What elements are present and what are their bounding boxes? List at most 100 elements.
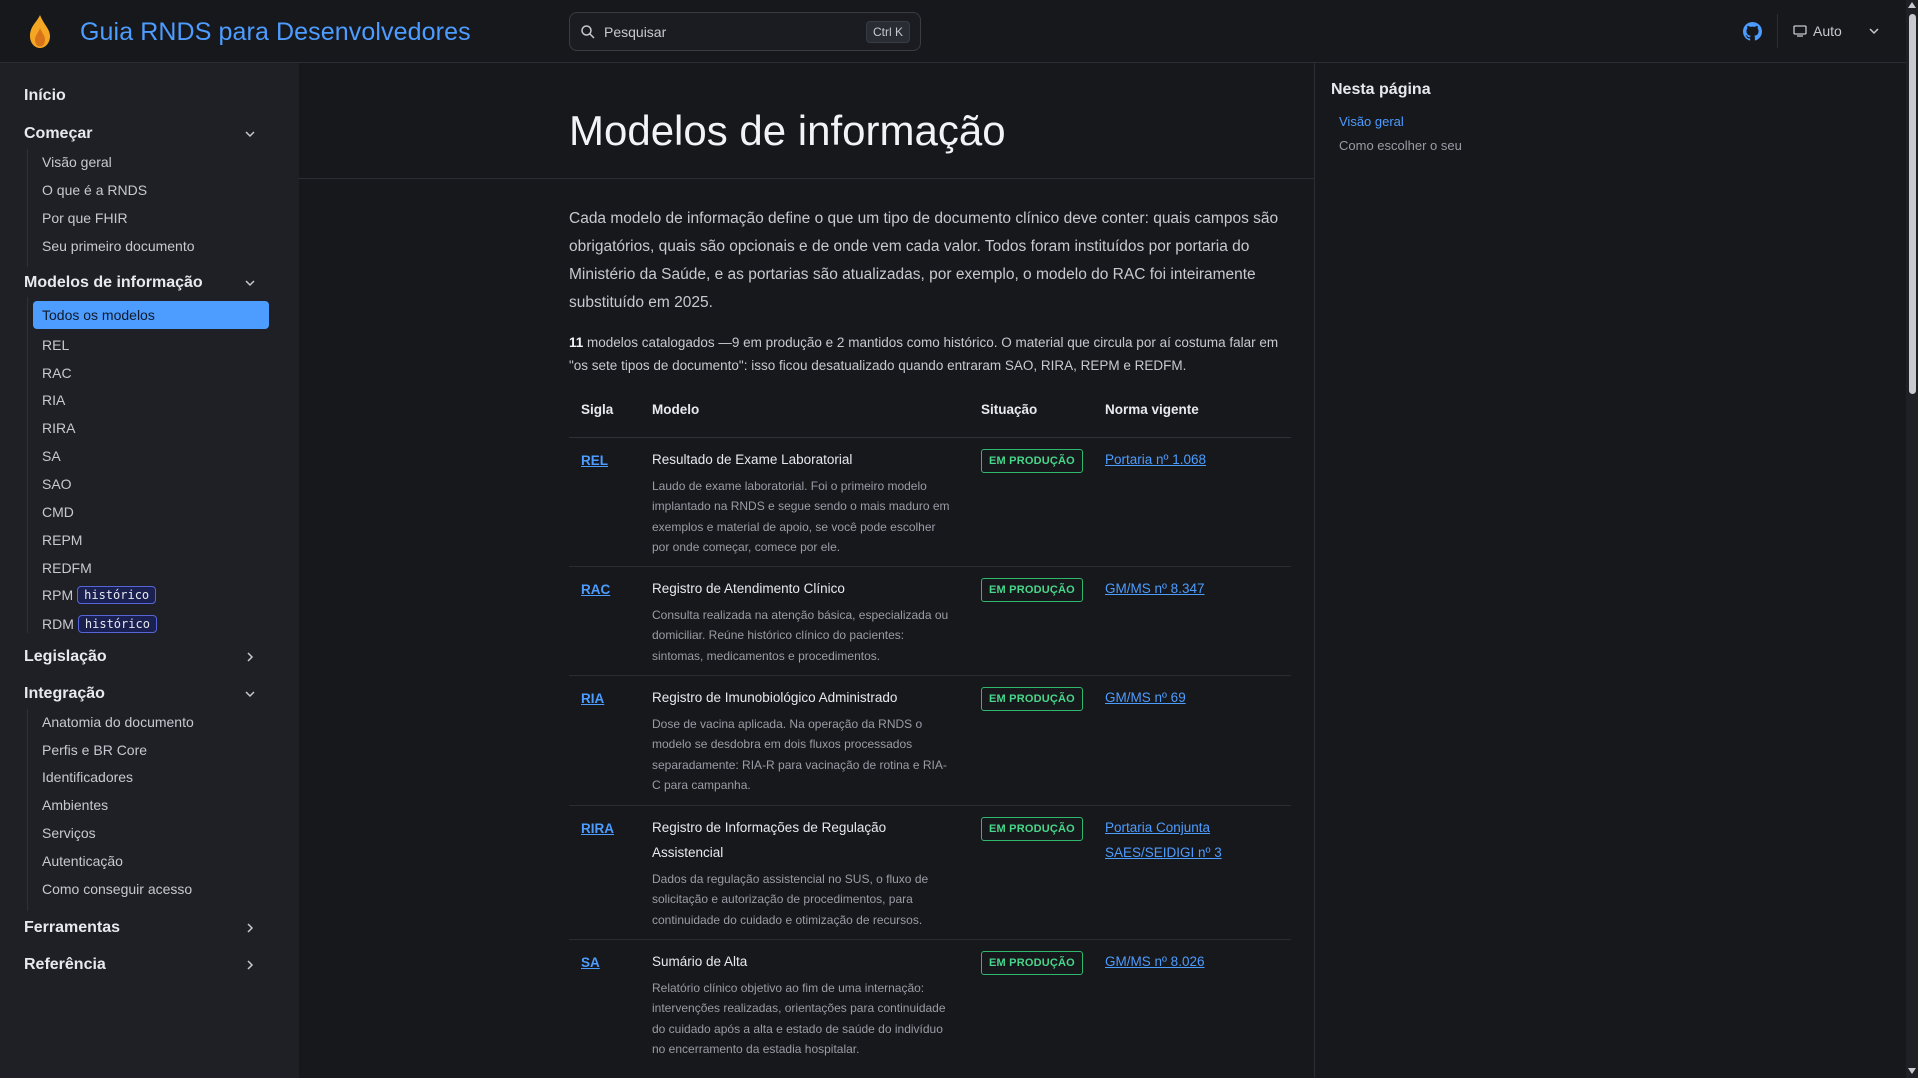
column-header-norma: Norma vigente bbox=[1105, 402, 1199, 417]
flame-logo-icon[interactable] bbox=[24, 14, 56, 50]
toc-title: Nesta página bbox=[1331, 81, 1431, 98]
sidebar-item-sao[interactable]: SAO bbox=[42, 476, 72, 492]
scroll-up-arrow-icon[interactable] bbox=[1908, 2, 1916, 8]
historico-badge: histórico bbox=[77, 615, 157, 633]
sidebar-item-rac[interactable]: RAC bbox=[42, 365, 72, 381]
chevron-down-icon[interactable] bbox=[243, 687, 257, 701]
row-sigla-link[interactable]: SA bbox=[581, 955, 600, 970]
github-icon[interactable] bbox=[1743, 22, 1762, 41]
row-norma-link[interactable]: GM/MS nº 8.026 bbox=[1105, 949, 1245, 974]
row-modelo: Resultado de Exame Laboratorial bbox=[652, 452, 853, 467]
sidebar-item-todos-os-modelos[interactable]: Todos os modelos bbox=[33, 301, 269, 329]
scroll-down-arrow-icon[interactable] bbox=[1908, 1068, 1916, 1074]
table-row: REL Resultado de Exame Laboratorial Laud… bbox=[569, 438, 1291, 567]
row-sigla-link[interactable]: RIA bbox=[581, 691, 604, 706]
page-title: Modelos de informação bbox=[569, 107, 1006, 154]
row-descricao: Relatório clínico objetivo ao fim de uma… bbox=[652, 981, 946, 1056]
sidebar-item-rira[interactable]: RIRA bbox=[42, 420, 75, 436]
sidebar-item-rdm[interactable]: RDM histórico bbox=[42, 615, 157, 633]
search-shortcut: Ctrl K bbox=[866, 20, 910, 43]
chevron-down-icon[interactable] bbox=[243, 276, 257, 290]
column-header-situacao: Situação bbox=[981, 402, 1038, 417]
row-modelo: Registro de Atendimento Clínico bbox=[652, 581, 845, 596]
site-title[interactable]: Guia RNDS para Desenvolvedores bbox=[80, 18, 471, 47]
sidebar-item-repm[interactable]: REPM bbox=[42, 532, 82, 548]
column-header-sigla: Sigla bbox=[581, 402, 614, 417]
title-divider bbox=[299, 178, 1314, 179]
sidebar-item-autenticacao[interactable]: Autenticação bbox=[42, 853, 123, 869]
sidebar-item-sa[interactable]: SA bbox=[42, 448, 61, 464]
sidebar-item-identificadores[interactable]: Identificadores bbox=[42, 769, 133, 785]
row-sigla-link[interactable]: REL bbox=[581, 453, 608, 468]
chevron-right-icon[interactable] bbox=[243, 921, 257, 935]
sidebar-item-o-que-e-rnds[interactable]: O que é a RNDS bbox=[42, 182, 147, 198]
sidebar-item-primeiro-documento[interactable]: Seu primeiro documento bbox=[42, 238, 195, 254]
sidebar-list-integracao: Anatomia do documento Perfis e BR Core I… bbox=[27, 709, 194, 911]
search-icon bbox=[581, 24, 595, 39]
sidebar-group-integracao[interactable]: Integração bbox=[24, 685, 105, 703]
sidebar-item-rpm[interactable]: RPM histórico bbox=[42, 586, 157, 604]
top-header: Guia RNDS para Desenvolvedores Pesquisar… bbox=[0, 0, 1906, 63]
scroll-thumb[interactable] bbox=[1909, 14, 1916, 394]
sidebar-group-legislacao[interactable]: Legislação bbox=[24, 648, 107, 666]
header-divider bbox=[1777, 14, 1778, 48]
toc-item-como-escolher[interactable]: Como escolher o seu bbox=[1339, 138, 1462, 153]
table-row: RIA Registro de Imunobiológico Administr… bbox=[569, 676, 1291, 806]
historico-badge: histórico bbox=[77, 586, 157, 604]
sidebar-item-visao-geral[interactable]: Visão geral bbox=[42, 154, 112, 170]
table-row: RAC Registro de Atendimento Clínico Cons… bbox=[569, 567, 1291, 676]
intro-paragraph: Cada modelo de informação define o que u… bbox=[569, 210, 1279, 311]
sidebar-item-ria[interactable]: RIA bbox=[42, 392, 65, 408]
status-badge: EM PRODUÇÃO bbox=[981, 449, 1083, 473]
row-sigla-link[interactable]: RIRA bbox=[581, 821, 614, 836]
catalog-note: 11 modelos catalogados —9 em produção e … bbox=[569, 331, 1299, 377]
theme-select[interactable]: Auto bbox=[1793, 20, 1879, 42]
sidebar-list-comecar: Visão geral O que é a RNDS Por que FHIR … bbox=[27, 149, 195, 267]
sidebar-item-inicio[interactable]: Início bbox=[24, 87, 66, 105]
table-row: RIRA Registro de Informações de Regulaçã… bbox=[569, 806, 1291, 940]
row-modelo: Registro de Imunobiológico Administrado bbox=[652, 690, 898, 705]
sidebar-list-modelos: Todos os modelos REL RAC RIA RIRA SA SAO… bbox=[27, 297, 269, 633]
status-badge: EM PRODUÇÃO bbox=[981, 951, 1083, 975]
chevron-right-icon[interactable] bbox=[243, 650, 257, 664]
toc-item-visao-geral[interactable]: Visão geral bbox=[1339, 114, 1404, 129]
row-descricao: Laudo de exame laboratorial. Foi o prime… bbox=[652, 479, 950, 554]
column-header-modelo: Modelo bbox=[652, 402, 700, 417]
row-modelo: Registro de Informações de Regulação Ass… bbox=[652, 820, 887, 860]
row-norma-link[interactable]: Portaria nº 1.068 bbox=[1105, 447, 1245, 472]
sidebar-item-label: RPM bbox=[42, 587, 74, 603]
row-sigla-link[interactable]: RAC bbox=[581, 582, 610, 597]
sidebar-item-perfis[interactable]: Perfis e BR Core bbox=[42, 742, 147, 758]
chevron-down-icon[interactable] bbox=[243, 127, 257, 141]
sidebar-item-cmd[interactable]: CMD bbox=[42, 504, 74, 520]
sidebar-group-modelos[interactable]: Modelos de informação bbox=[24, 274, 203, 292]
table-row: SA Sumário de Alta Relatório clínico obj… bbox=[569, 940, 1291, 1078]
chevron-down-icon bbox=[1869, 28, 1879, 35]
main-content: Modelos de informação Cada modelo de inf… bbox=[299, 63, 1314, 1078]
row-norma-link[interactable]: GM/MS nº 8.347 bbox=[1105, 576, 1245, 601]
row-descricao: Dose de vacina aplicada. Na operação da … bbox=[652, 717, 947, 792]
status-badge: EM PRODUÇÃO bbox=[981, 578, 1083, 602]
sidebar-item-por-que-fhir[interactable]: Por que FHIR bbox=[42, 210, 128, 226]
model-count: 11 bbox=[569, 335, 584, 350]
sidebar-item-servicos[interactable]: Serviços bbox=[42, 825, 96, 841]
sidebar-item-rel[interactable]: REL bbox=[42, 337, 69, 353]
sidebar-group-ferramentas[interactable]: Ferramentas bbox=[24, 919, 120, 937]
sidebar-group-referencia[interactable]: Referência bbox=[24, 956, 106, 974]
row-descricao: Dados da regulação assistencial no SUS, … bbox=[652, 872, 929, 927]
sidebar-item-anatomia[interactable]: Anatomia do documento bbox=[42, 714, 194, 730]
status-badge: EM PRODUÇÃO bbox=[981, 687, 1083, 711]
sidebar-item-acesso[interactable]: Como conseguir acesso bbox=[42, 881, 192, 897]
sidebar-item-redfm[interactable]: REDFM bbox=[42, 560, 92, 576]
row-modelo: Sumário de Alta bbox=[652, 954, 748, 969]
row-norma-link[interactable]: GM/MS nº 69 bbox=[1105, 685, 1245, 710]
page-scrollbar[interactable] bbox=[1906, 0, 1918, 1078]
search-box[interactable]: Pesquisar Ctrl K bbox=[569, 12, 921, 51]
on-this-page: Nesta página Visão geral Como escolher o… bbox=[1314, 63, 1904, 1078]
sidebar-group-comecar[interactable]: Começar bbox=[24, 125, 92, 143]
sidebar-item-ambientes[interactable]: Ambientes bbox=[42, 797, 108, 813]
row-norma-link[interactable]: Portaria Conjunta SAES/SEIDIGI nº 3 bbox=[1105, 815, 1245, 865]
search-placeholder: Pesquisar bbox=[604, 23, 667, 40]
chevron-right-icon[interactable] bbox=[243, 958, 257, 972]
sidebar: Início Começar Visão geral O que é a RND… bbox=[0, 63, 299, 1078]
